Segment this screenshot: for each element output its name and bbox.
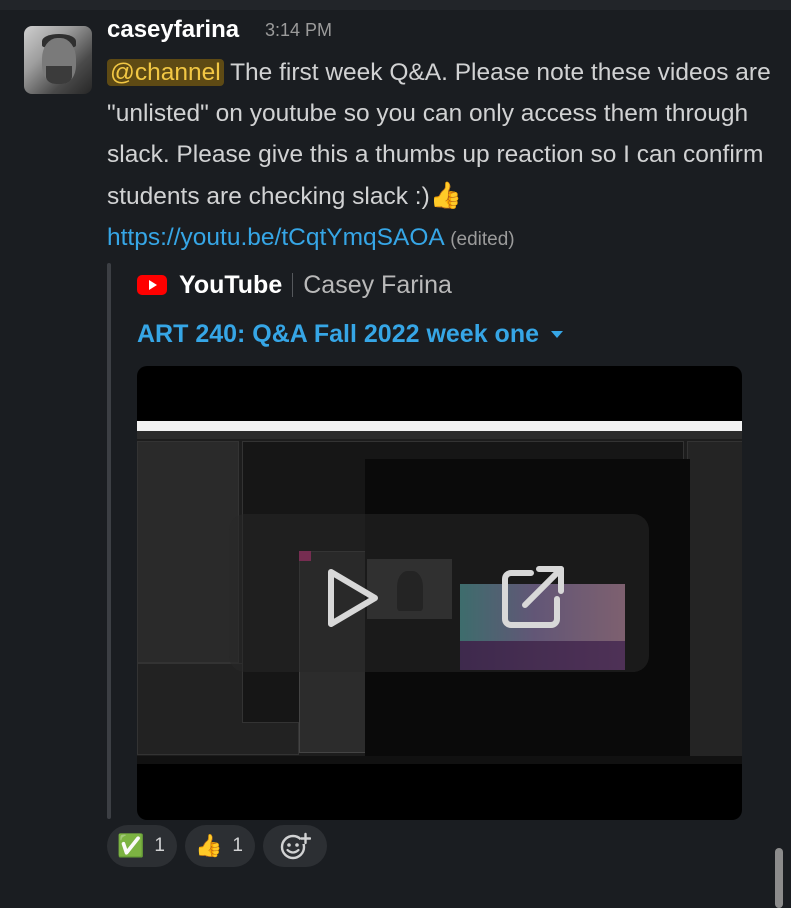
open-external-icon[interactable]: [495, 559, 571, 635]
collapse-caret-icon[interactable]: [551, 331, 564, 338]
reaction-check[interactable]: ✅ 1: [107, 825, 177, 867]
frame-menubar: [137, 431, 742, 439]
reaction-thumbs-up[interactable]: 👍 1: [184, 825, 255, 867]
thumbs-up-emoji: 👍: [194, 833, 223, 858]
video-preview[interactable]: [137, 366, 742, 820]
message-text: @channel The first week Q&A. Please note…: [107, 52, 777, 260]
check-mark-emoji: ✅: [117, 833, 145, 858]
play-icon[interactable]: [313, 562, 385, 634]
youtube-logo-icon: [137, 275, 167, 295]
thumbs-up-emoji: 👍: [429, 180, 463, 210]
separator: [292, 273, 294, 297]
frame-taskbar: [137, 756, 742, 764]
reaction-count: 1: [154, 835, 165, 856]
attachment-source: YouTube Casey Farina: [137, 268, 452, 302]
author-name[interactable]: caseyfarina: [107, 16, 239, 44]
service-name: YouTube: [179, 270, 283, 299]
avatar-beard: [46, 66, 72, 84]
message-timestamp[interactable]: 3:14 PM: [265, 20, 332, 41]
attachment-bar: [107, 263, 111, 819]
reactions-bar: ✅ 1 👍 1: [107, 825, 327, 867]
add-reaction-button[interactable]: [262, 825, 327, 867]
channel-mention[interactable]: @channel: [107, 59, 224, 86]
reaction-count: 1: [232, 835, 243, 856]
scrollbar[interactable]: [775, 848, 783, 908]
frame-panel-right: [687, 441, 742, 763]
frame-panel-left: [137, 441, 239, 663]
channel-name[interactable]: Casey Farina: [303, 271, 452, 300]
video-title[interactable]: ART 240: Q&A Fall 2022 week one: [137, 320, 564, 349]
avatar[interactable]: [24, 26, 92, 94]
add-reaction-icon: [280, 832, 311, 860]
video-title-text[interactable]: ART 240: Q&A Fall 2022 week one: [137, 320, 539, 349]
video-controls-overlay: [229, 514, 649, 672]
top-divider: [0, 0, 791, 10]
frame-titlebar: [137, 421, 742, 431]
edited-label: (edited): [450, 229, 515, 250]
youtube-link[interactable]: https://youtu.be/tCqtYmqSAOA: [107, 224, 443, 251]
